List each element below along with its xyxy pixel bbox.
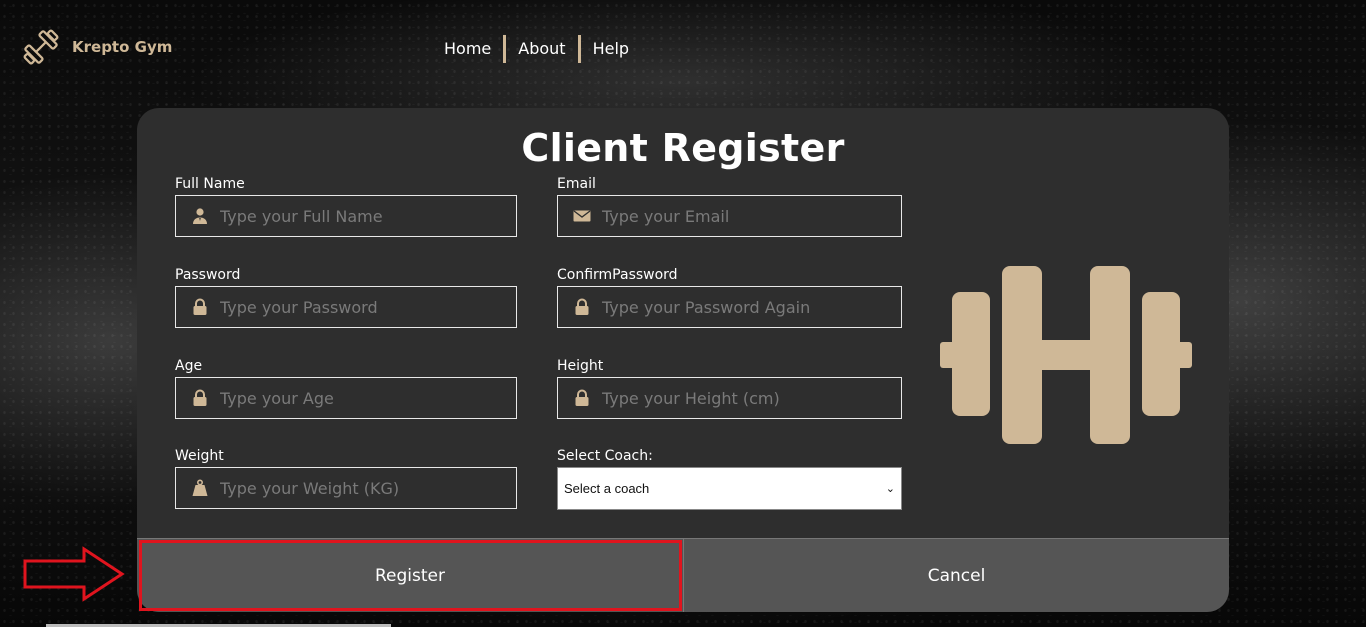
password-group: Password — [175, 267, 517, 328]
full-name-input[interactable] — [220, 196, 516, 236]
age-box — [175, 377, 517, 419]
lock-icon — [190, 297, 210, 317]
full-name-group: Full Name — [175, 176, 517, 237]
coach-select[interactable]: Select a coach ⌄ — [557, 467, 902, 510]
coach-select-value: Select a coach — [564, 481, 650, 496]
cancel-button[interactable]: Cancel — [683, 538, 1229, 612]
confirm-password-box — [557, 286, 902, 328]
password-box — [175, 286, 517, 328]
height-input[interactable] — [602, 378, 901, 418]
email-input[interactable] — [602, 196, 901, 236]
full-name-box — [175, 195, 517, 237]
height-label: Height — [557, 358, 604, 374]
password-input[interactable] — [220, 287, 516, 327]
nav-help-link[interactable]: Help — [581, 35, 641, 63]
brand-name: Krepto Gym — [72, 38, 173, 56]
nav-home-link[interactable]: Home — [432, 35, 503, 63]
envelope-icon — [572, 206, 592, 226]
confirm-password-input[interactable] — [602, 287, 901, 327]
register-highlight-box — [139, 540, 682, 611]
age-group: Age — [175, 358, 517, 419]
weight-group: Weight — [175, 448, 517, 509]
age-input[interactable] — [220, 378, 516, 418]
user-icon — [190, 206, 210, 226]
lock-icon — [572, 297, 592, 317]
full-name-label: Full Name — [175, 176, 245, 192]
top-nav: Home About Help — [432, 35, 641, 63]
weight-box — [175, 467, 517, 509]
brand-logo[interactable]: Krepto Gym — [20, 26, 172, 68]
dumbbell-icon — [23, 29, 59, 65]
lock-icon — [572, 388, 592, 408]
password-label: Password — [175, 267, 241, 283]
email-box — [557, 195, 902, 237]
lock-icon — [190, 388, 210, 408]
weight-label: Weight — [175, 448, 224, 464]
coach-label: Select Coach: — [557, 448, 653, 464]
height-group: Height — [557, 358, 902, 419]
form-title: Client Register — [521, 126, 845, 170]
email-group: Email — [557, 176, 902, 237]
confirm-password-group: ConfirmPassword — [557, 267, 902, 328]
weight-icon — [190, 478, 210, 498]
confirm-password-label: ConfirmPassword — [557, 267, 678, 283]
age-label: Age — [175, 358, 203, 374]
dumbbell-icon — [940, 266, 1192, 444]
chevron-down-icon: ⌄ — [885, 483, 895, 495]
height-box — [557, 377, 902, 419]
arrow-right-icon — [23, 546, 125, 602]
weight-input[interactable] — [220, 468, 516, 508]
email-label: Email — [557, 176, 596, 192]
nav-about-link[interactable]: About — [506, 35, 577, 63]
coach-group: Select Coach: Select a coach ⌄ — [557, 448, 902, 510]
register-card: Client Register Full Name Email Password — [137, 108, 1229, 612]
